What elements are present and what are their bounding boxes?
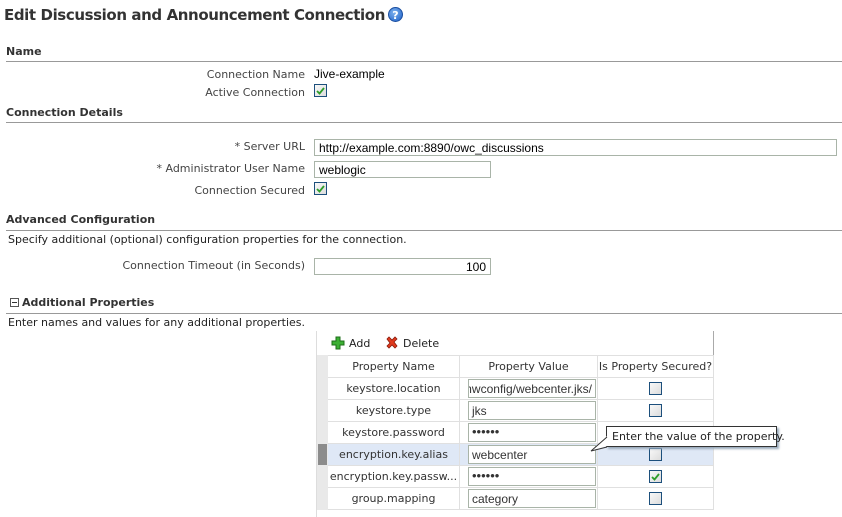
property-name-cell: encryption.key.passw... (327, 465, 460, 488)
connection-secured-label: Connection Secured (194, 184, 305, 197)
delete-button[interactable]: Delete (385, 336, 439, 350)
connection-name-value: Jive-example (314, 67, 385, 81)
property-secured-cell (597, 487, 714, 510)
row-selector[interactable] (317, 465, 328, 488)
property-secured-checkbox[interactable] (649, 448, 662, 461)
collapse-minus-icon[interactable] (10, 298, 19, 307)
property-value-input[interactable]: /fmwconfig/webcenter.jks (468, 379, 596, 398)
table-row[interactable]: keystore.location/fmwconfig/webcenter.jk… (317, 377, 714, 400)
divider (6, 61, 842, 62)
divider (6, 313, 842, 314)
server-url-input[interactable]: http://example.com:8890/owc_discussions (314, 139, 837, 156)
section-heading-additional[interactable]: Additional Properties (10, 296, 154, 309)
connection-name-label: Connection Name (206, 68, 305, 81)
admin-user-input[interactable]: weblogic (314, 161, 491, 178)
checkmark-icon (316, 86, 325, 95)
table-row[interactable]: keystore.type jks (317, 399, 714, 422)
property-secured-checkbox[interactable] (649, 470, 662, 483)
page-title: Edit Discussion and Announcement Connect… (4, 6, 403, 24)
property-value-input[interactable]: category (468, 489, 596, 508)
delete-x-icon (385, 336, 399, 350)
admin-user-label: * Administrator User Name (156, 162, 306, 175)
additional-description: Enter names and values for any additiona… (8, 316, 306, 329)
row-selector[interactable] (317, 443, 328, 466)
properties-table: Add Delete Property Name Property Value … (316, 331, 714, 517)
property-value-input[interactable]: jks (468, 401, 596, 420)
property-secured-checkbox[interactable] (649, 404, 662, 417)
divider (6, 230, 842, 231)
active-connection-label: Active Connection (205, 86, 305, 99)
property-name-cell: keystore.password (327, 421, 460, 444)
advanced-description: Specify additional (optional) configurat… (8, 233, 407, 246)
property-name-cell: encryption.key.alias (327, 443, 460, 466)
property-value-cell: jks (459, 399, 598, 422)
property-name-cell: keystore.location (327, 377, 460, 400)
table-header-row: Property Name Property Value Is Property… (317, 355, 714, 378)
property-secured-cell (597, 377, 714, 400)
row-selector[interactable] (317, 377, 328, 400)
add-button[interactable]: Add (331, 336, 370, 350)
property-name-cell: group.mapping (327, 487, 460, 510)
property-value-cell: /fmwconfig/webcenter.jks (459, 377, 598, 400)
help-question-icon[interactable]: ? (387, 7, 403, 22)
server-url-label: * Server URL (234, 140, 305, 153)
table-toolbar: Add Delete (317, 331, 714, 355)
column-header-property-name[interactable]: Property Name (327, 355, 460, 378)
property-secured-cell (597, 465, 714, 488)
connection-timeout-label: Connection Timeout (in Seconds) (122, 259, 306, 272)
property-name-cell: keystore.type (327, 399, 460, 422)
property-value-input[interactable]: •••••• (468, 423, 596, 442)
add-plus-icon (331, 336, 345, 350)
row-selector[interactable] (317, 399, 328, 422)
tooltip-pointer (590, 436, 608, 452)
connection-timeout-input[interactable]: 100 (314, 258, 491, 275)
table-row[interactable]: encryption.key.passw... •••••• (317, 465, 714, 488)
property-secured-checkbox[interactable] (649, 382, 662, 395)
row-selector[interactable] (317, 421, 328, 444)
row-selector-header (317, 355, 328, 378)
column-header-is-secured[interactable]: Is Property Secured? (597, 355, 714, 378)
property-value-input[interactable]: •••••• (468, 467, 596, 486)
active-connection-checkbox[interactable] (314, 84, 327, 97)
property-value-cell: category (459, 487, 598, 510)
section-heading-advanced: Advanced Configuration (6, 213, 156, 226)
property-value-cell: •••••• (459, 465, 598, 488)
row-selector[interactable] (317, 487, 328, 510)
divider (6, 122, 842, 123)
property-value-cell: •••••• (459, 421, 598, 444)
checkmark-icon (651, 472, 660, 481)
property-secured-cell (597, 399, 714, 422)
column-header-property-value[interactable]: Property Value (459, 355, 598, 378)
section-heading-connection-details: Connection Details (6, 106, 123, 119)
add-label: Add (349, 336, 371, 350)
additional-heading-text: Additional Properties (22, 296, 155, 309)
tooltip: Enter the value of the property. (606, 426, 785, 447)
connection-secured-checkbox[interactable] (314, 182, 327, 195)
property-secured-checkbox[interactable] (649, 492, 662, 505)
tooltip-text: Enter the value of the property. (612, 430, 785, 443)
property-value-cell: webcenter (459, 443, 598, 466)
section-heading-name: Name (6, 45, 42, 58)
checkmark-icon (316, 184, 325, 193)
table-row[interactable]: group.mapping category (317, 487, 714, 510)
property-value-input[interactable]: webcenter (468, 445, 596, 464)
page-title-text: Edit Discussion and Announcement Connect… (4, 6, 385, 24)
delete-label: Delete (403, 336, 440, 350)
